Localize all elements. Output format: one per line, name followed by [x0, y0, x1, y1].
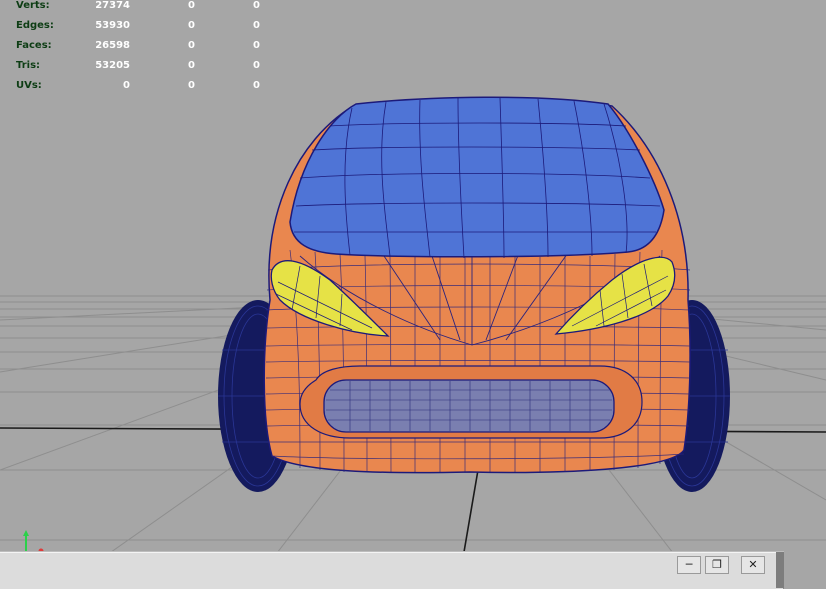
hud-value: 0: [188, 80, 195, 91]
hud-value: 0: [188, 40, 195, 51]
hud-value: 0: [123, 80, 130, 91]
hud-value: 0: [253, 80, 260, 91]
restore-button[interactable]: ❐: [705, 556, 729, 574]
hud-label: UVs:: [16, 80, 42, 91]
restore-icon: ❐: [712, 558, 722, 571]
hud-label: Edges:: [16, 20, 54, 31]
minimize-icon: ─: [685, 558, 693, 571]
car-model[interactable]: [263, 96, 691, 474]
floating-panel[interactable]: ─ ❐ ✕: [0, 552, 784, 589]
hud-value: 53205: [95, 60, 130, 71]
hud-value: 0: [188, 0, 195, 11]
hud-value: 0: [253, 20, 260, 31]
hud-row-faces: Faces: 26598 0 0: [0, 40, 280, 54]
hud-row-verts: Verts: 27374 0 0: [0, 0, 280, 14]
front-grille: [323, 379, 615, 433]
hud-label: Verts:: [16, 0, 50, 11]
window-edge: [776, 552, 784, 588]
hud-row-edges: Edges: 53930 0 0: [0, 20, 280, 34]
hud-value: 0: [188, 20, 195, 31]
hud-value: 27374: [95, 0, 130, 11]
hud-row-uvs: UVs: 0 0 0: [0, 80, 280, 94]
hud-value: 26598: [95, 40, 130, 51]
hud-value: 0: [253, 0, 260, 11]
hud-value: 0: [188, 60, 195, 71]
hud-value: 53930: [95, 20, 130, 31]
hud-row-tris: Tris: 53205 0 0: [0, 60, 280, 74]
hud-value: 0: [253, 60, 260, 71]
minimize-button[interactable]: ─: [677, 556, 701, 574]
poly-count-hud: Verts: 27374 0 0 Edges: 53930 0 0 Faces:…: [0, 0, 280, 100]
close-button[interactable]: ✕: [741, 556, 765, 574]
close-icon: ✕: [748, 558, 758, 571]
hud-label: Faces:: [16, 40, 52, 51]
windshield: [289, 96, 665, 258]
hud-label: Tris:: [16, 60, 41, 71]
hud-value: 0: [253, 40, 260, 51]
